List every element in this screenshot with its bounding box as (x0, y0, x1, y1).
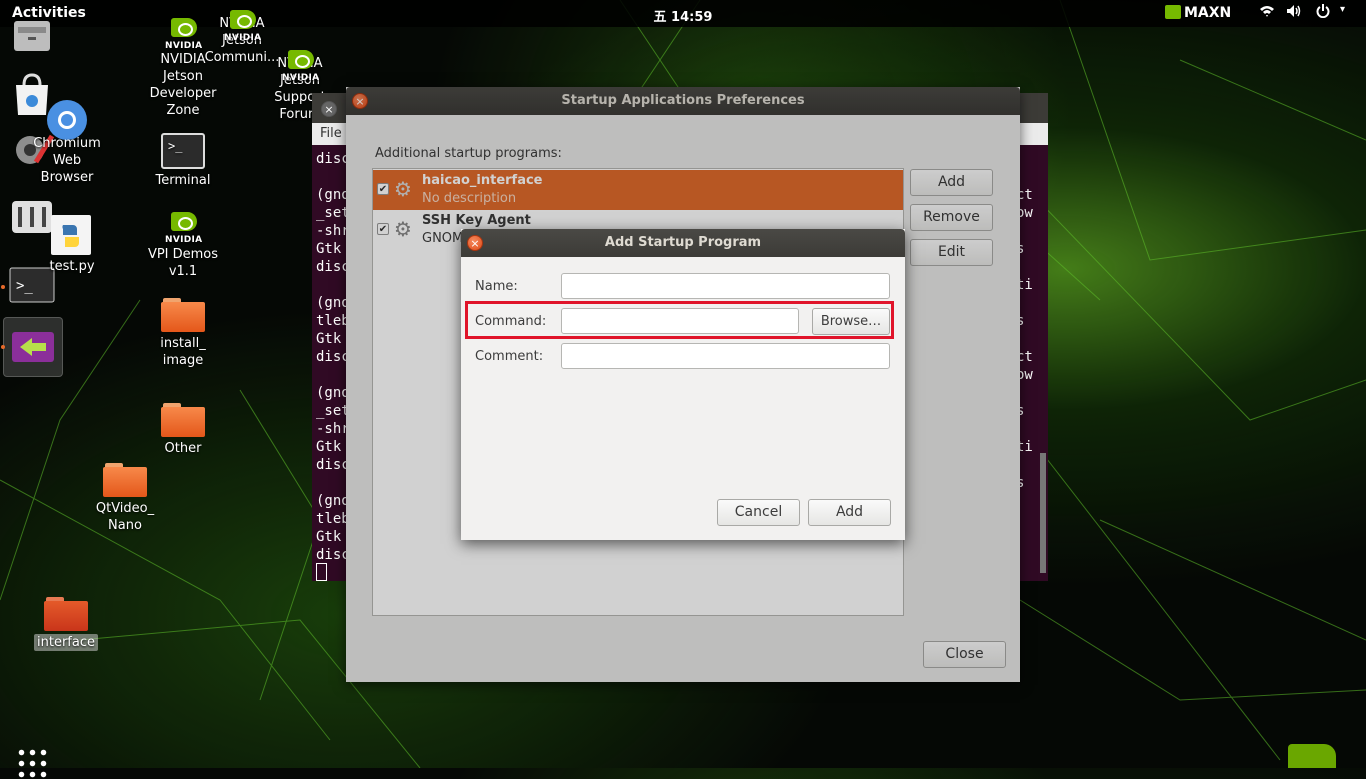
running-indicator (1, 285, 5, 289)
nvidia-icon: NVIDIA (165, 212, 202, 245)
terminal-line: Gtk (316, 331, 342, 347)
folder-icon (161, 403, 205, 437)
desktop-icon-label: QtVideo_ Nano (95, 501, 155, 533)
desktop-icon-chromium[interactable]: Chromium Web Browser (22, 98, 112, 186)
desktop-icon-install-image[interactable]: install_ image (138, 298, 228, 369)
desktop-icon-interface[interactable]: interface (21, 597, 111, 651)
desktop-icon-other[interactable]: Other (138, 403, 228, 457)
terminal-line: (gno (316, 295, 350, 311)
command-label: Command: (475, 314, 547, 329)
terminal-line: disc (316, 349, 350, 365)
terminal-line: (gno (316, 385, 350, 401)
desktop-icon-label: Terminal (155, 173, 211, 188)
desktop-icon-label: interface (34, 634, 98, 651)
terminal-line: -shr (316, 421, 350, 437)
show-applications-icon[interactable] (16, 747, 48, 779)
folder-icon (103, 463, 147, 497)
name-field[interactable] (561, 273, 890, 299)
desktop-icon-label: VPI Demos v1.1 (147, 247, 219, 279)
nvidia-icon[interactable] (1165, 5, 1181, 19)
terminal-line: tleb (316, 511, 350, 527)
power-mode-indicator[interactable]: MAXN (1184, 5, 1231, 21)
desktop-icon-label: Other (164, 441, 202, 456)
scrollbar[interactable] (1040, 453, 1046, 573)
terminal-line: disc (316, 457, 350, 473)
comment-field[interactable] (561, 343, 890, 369)
svg-text:>_: >_ (16, 278, 33, 294)
power-icon[interactable] (1316, 4, 1330, 22)
desktop-icon-qtvideo-nano[interactable]: QtVideo_ Nano (80, 463, 170, 534)
menu-file[interactable]: File (320, 126, 342, 141)
terminal-line: Gtk (316, 439, 342, 455)
folder-icon (44, 597, 88, 631)
desktop-icon-label: install_ image (160, 336, 206, 368)
terminal-line: disc (316, 151, 350, 167)
desktop-icon-terminal[interactable]: >_ Terminal (138, 133, 228, 189)
comment-label: Comment: (475, 349, 544, 364)
running-indicator (1, 345, 5, 349)
terminal-icon: >_ (161, 133, 205, 169)
dialog-title: Add Startup Program (604, 235, 762, 250)
desktop-icon-label: test.py (49, 259, 95, 274)
volume-icon[interactable] (1286, 4, 1302, 22)
folder-icon (161, 298, 205, 332)
cancel-button[interactable]: Cancel (717, 499, 800, 526)
desktop-icon-label: Chromium Web Browser (33, 136, 101, 185)
dialog-titlebar[interactable]: × Add Startup Program (461, 229, 905, 257)
browse-button[interactable]: Browse… (812, 308, 890, 335)
terminal-line: _set (316, 205, 350, 221)
dialog-add-button[interactable]: Add (808, 499, 891, 526)
wifi-icon[interactable] (1259, 4, 1275, 22)
clock[interactable]: 五 14:59 (654, 10, 713, 25)
terminal-line: Gtk (316, 241, 342, 257)
terminal-line: Gtk (316, 529, 342, 545)
terminal-cursor (316, 563, 327, 581)
name-label: Name: (475, 279, 518, 294)
desktop-icon-test-py[interactable]: test.py (20, 215, 110, 275)
terminal-line: disc (316, 547, 350, 563)
close-icon[interactable]: × (321, 101, 337, 117)
python-file-icon (51, 215, 91, 255)
nvidia-watermark-icon (1288, 744, 1336, 768)
terminal-line: disc (316, 259, 350, 275)
add-startup-program-dialog: × Add Startup Program Name: Command: Bro… (461, 229, 905, 540)
startup-apps-dock-icon[interactable] (3, 317, 63, 377)
desktop-icon-vpi-demos[interactable]: NVIDIA VPI Demos v1.1 (138, 212, 228, 280)
terminal-line: -shr (316, 223, 350, 239)
nvidia-icon: NVIDIA (224, 10, 261, 43)
terminal-line: _set (316, 403, 350, 419)
terminal-line: (gno (316, 493, 350, 509)
command-field[interactable] (561, 308, 799, 334)
terminal-line: tleb (316, 313, 350, 329)
nvidia-icon: NVIDIA (282, 50, 319, 83)
terminal-line: (gno (316, 187, 350, 203)
system-menu-arrow-icon[interactable]: ▾ (1340, 4, 1345, 15)
nvidia-icon: NVIDIA (165, 18, 202, 51)
files-icon[interactable] (6, 17, 58, 69)
